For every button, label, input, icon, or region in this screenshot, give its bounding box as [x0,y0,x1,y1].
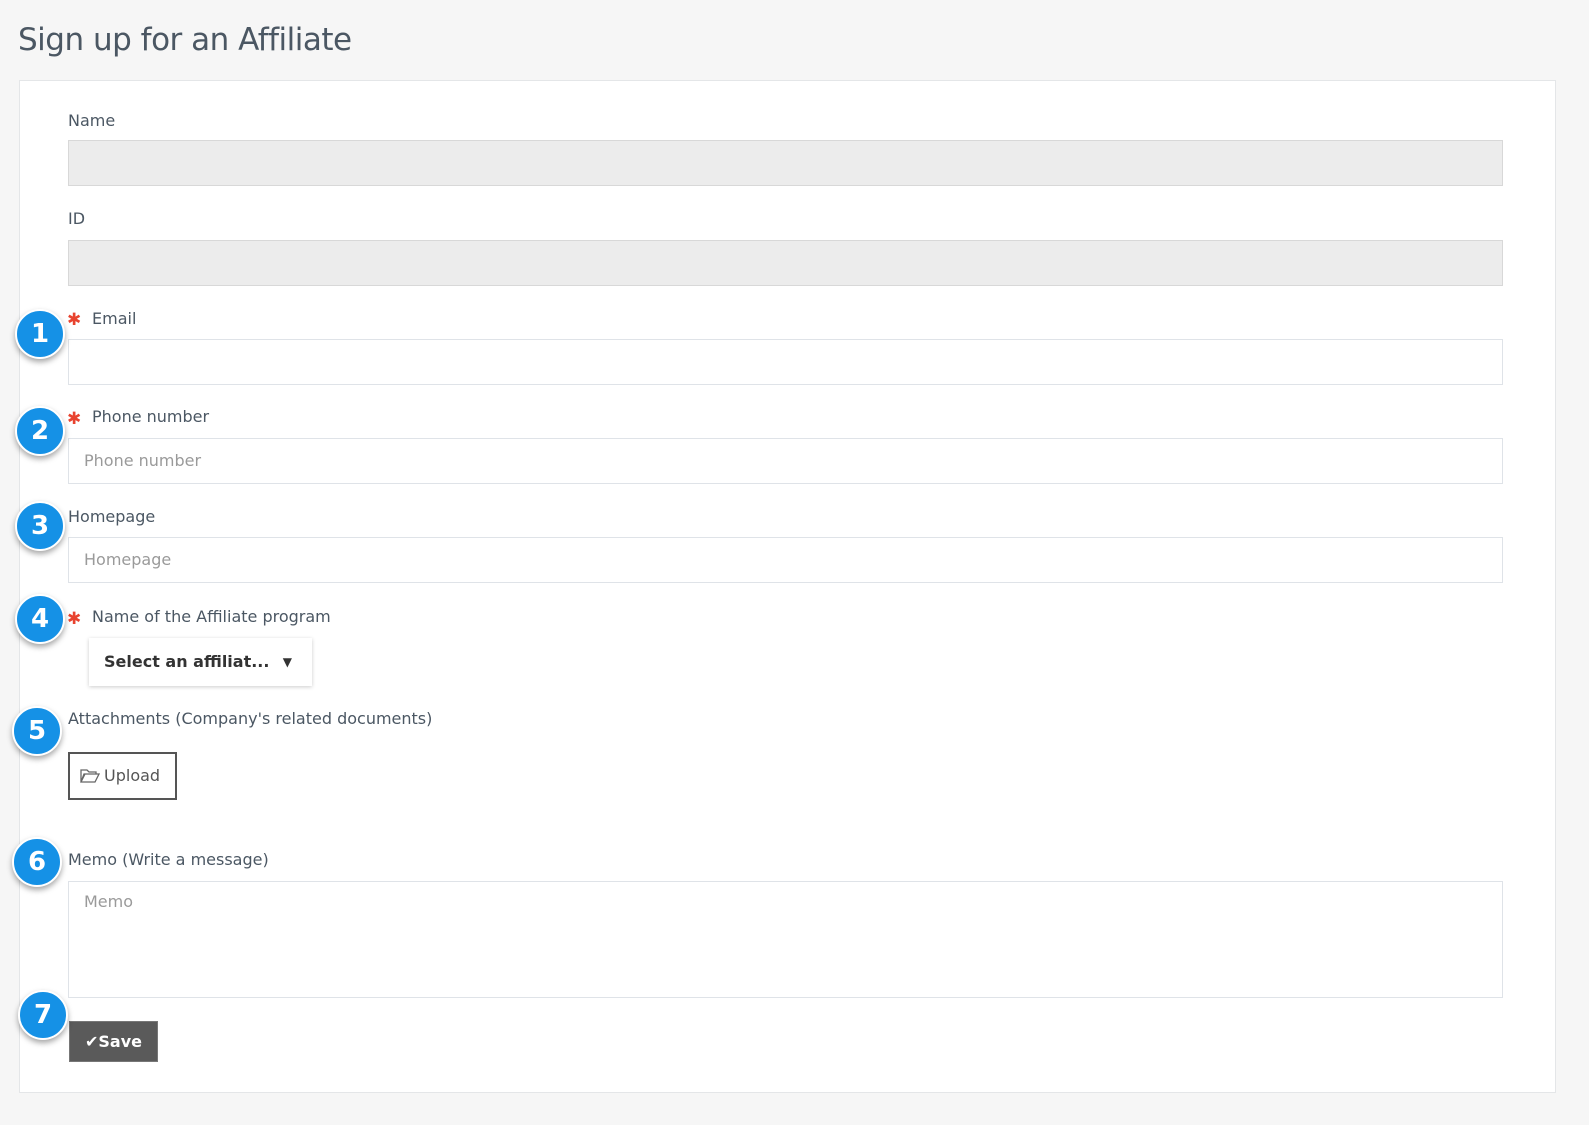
folder-open-icon [80,768,100,783]
page-title: Sign up for an Affiliate [18,22,352,58]
phone-field[interactable]: Phone number [68,438,1503,484]
id-field[interactable] [68,240,1503,286]
affiliate-select-value: Select an affiliat... [104,652,269,671]
step-badge-1: 1 [15,309,65,359]
phone-label: Phone number [92,407,209,426]
id-label: ID [68,209,85,228]
homepage-field[interactable]: Homepage [68,537,1503,583]
upload-label: Upload [104,766,160,785]
step-badge-4: 4 [15,594,65,644]
affiliate-select[interactable]: Select an affiliat... ▼ [89,638,312,686]
chevron-down-icon: ▼ [283,638,292,686]
memo-label: Memo (Write a message) [68,850,269,869]
step-badge-5: 5 [12,706,62,756]
attachments-label: Attachments (Company's related documents… [68,709,432,728]
name-field[interactable] [68,140,1503,186]
save-label: Save [98,1032,142,1051]
homepage-label: Homepage [68,507,155,526]
step-badge-2: 2 [15,406,65,456]
step-badge-6: 6 [12,837,62,887]
save-button[interactable]: ✔Save [69,1021,158,1062]
upload-button[interactable]: Upload [68,752,177,800]
name-label: Name [68,111,115,130]
step-badge-7: 7 [18,990,68,1040]
email-label: Email [92,309,136,328]
step-badge-3: 3 [15,501,65,551]
affiliate-label: Name of the Affiliate program [92,607,331,626]
required-icon: ✱ [67,310,81,330]
required-icon: ✱ [67,609,81,629]
required-icon: ✱ [67,409,81,429]
email-field[interactable] [68,339,1503,385]
memo-textarea[interactable]: Memo [68,881,1503,998]
check-icon: ✔ [85,1032,98,1051]
